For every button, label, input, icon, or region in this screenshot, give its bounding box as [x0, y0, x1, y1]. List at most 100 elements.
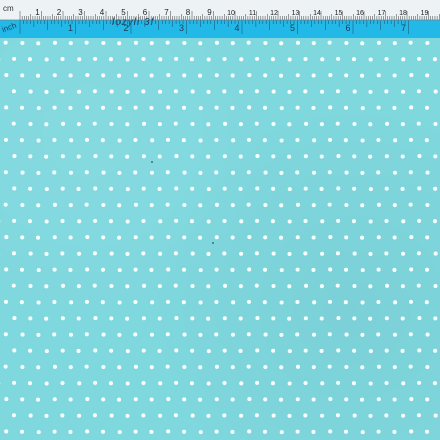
polka-dot: [165, 332, 170, 337]
polka-dot: [28, 89, 33, 94]
polka-dot: [189, 57, 194, 62]
polka-dot: [295, 105, 300, 110]
polka-dot: [214, 235, 219, 240]
polka-dot: [117, 430, 122, 435]
polka-dot: [28, 348, 33, 353]
polka-dot: [270, 381, 275, 386]
polka-dot: [181, 300, 186, 305]
polka-dot: [408, 40, 413, 45]
polka-dot: [303, 186, 308, 191]
polka-dot: [12, 186, 17, 191]
polka-dot: [433, 413, 438, 418]
polka-dot: [319, 186, 324, 192]
ruler-brand-label: lozyli 3f: [112, 17, 155, 28]
polka-dot: [222, 251, 227, 256]
polka-dot: [52, 429, 57, 434]
polka-dot: [360, 300, 365, 305]
polka-dot: [173, 251, 178, 256]
polka-dot: [174, 56, 179, 61]
polka-dot-pattern: [0, 40, 438, 435]
polka-dot: [222, 89, 227, 94]
polka-dot: [166, 397, 171, 402]
polka-dot: [101, 73, 106, 78]
polka-dot: [384, 413, 389, 418]
polka-dot: [230, 41, 235, 46]
polka-dot: [214, 429, 219, 434]
polka-dot: [158, 219, 163, 224]
polka-dot: [174, 316, 179, 321]
polka-dot: [416, 89, 421, 94]
polka-dot: [417, 186, 422, 191]
polka-dot: [19, 429, 25, 434]
polka-dot: [117, 332, 122, 337]
polka-dot: [11, 283, 16, 288]
ruler-cm-number: 6: [143, 8, 148, 17]
polka-dot: [36, 268, 41, 273]
polka-dot: [60, 413, 65, 418]
polka-dot: [206, 89, 211, 94]
polka-dot: [416, 413, 421, 418]
polka-dot: [295, 40, 301, 45]
polka-dot: [222, 316, 227, 321]
polka-dot: [222, 348, 227, 353]
polka-dot: [125, 187, 130, 192]
polka-dot: [214, 364, 220, 369]
polka-dot: [149, 397, 154, 402]
polka-dot: [117, 203, 122, 208]
polka-dot: [327, 364, 332, 369]
polka-dot: [84, 364, 89, 369]
polka-dot: [376, 267, 381, 272]
polka-dot: [214, 299, 219, 305]
polka-dot: [77, 251, 82, 256]
polka-dot: [335, 121, 340, 126]
polka-dot: [432, 219, 437, 224]
polka-dot: [401, 251, 406, 256]
polka-dot: [408, 332, 413, 337]
polka-dot: [246, 202, 251, 207]
polka-dot: [214, 73, 219, 78]
ruler-cm-number: 3: [78, 8, 83, 17]
polka-dot: [368, 187, 373, 192]
polka-dot: [263, 332, 268, 337]
polka-dot: [76, 154, 81, 159]
polka-dot: [392, 73, 397, 78]
polka-dot: [311, 267, 316, 273]
polka-dot: [263, 235, 268, 240]
polka-dot: [328, 73, 333, 78]
polka-dot: [384, 316, 389, 321]
polka-dot: [278, 235, 284, 240]
polka-dot: [149, 429, 154, 435]
polka-dot: [351, 219, 356, 224]
polka-dot: [141, 186, 146, 191]
polka-dot: [35, 235, 41, 240]
polka-dot: [3, 40, 8, 45]
polka-dot: [28, 186, 33, 191]
polka-dot: [141, 413, 146, 418]
polka-dot: [360, 138, 365, 143]
polka-dot: [142, 283, 147, 288]
polka-dot: [392, 365, 397, 370]
polka-dot: [36, 430, 41, 435]
polka-dot: [12, 348, 17, 353]
polka-dot: [303, 413, 308, 418]
polka-dot: [401, 413, 406, 418]
ruler-cm-number: 12: [270, 10, 278, 17]
polka-dot: [279, 430, 284, 435]
polka-dot: [247, 73, 252, 78]
polka-dot: [173, 413, 178, 418]
polka-dot: [68, 105, 73, 111]
polka-dot: [311, 41, 316, 46]
polka-dot: [158, 251, 163, 256]
polka-dot: [359, 235, 365, 240]
polka-dot: [255, 316, 260, 321]
polka-dot: [206, 154, 211, 159]
polka-dot: [189, 381, 194, 386]
ruler-cm-label: cm: [3, 4, 14, 13]
polka-dot: [182, 73, 187, 78]
polka-dot: [246, 299, 252, 304]
polka-dot: [295, 364, 301, 369]
polka-dot: [417, 154, 422, 159]
polka-dot: [52, 364, 58, 369]
polka-dot: [279, 332, 284, 337]
polka-dot: [109, 89, 114, 94]
